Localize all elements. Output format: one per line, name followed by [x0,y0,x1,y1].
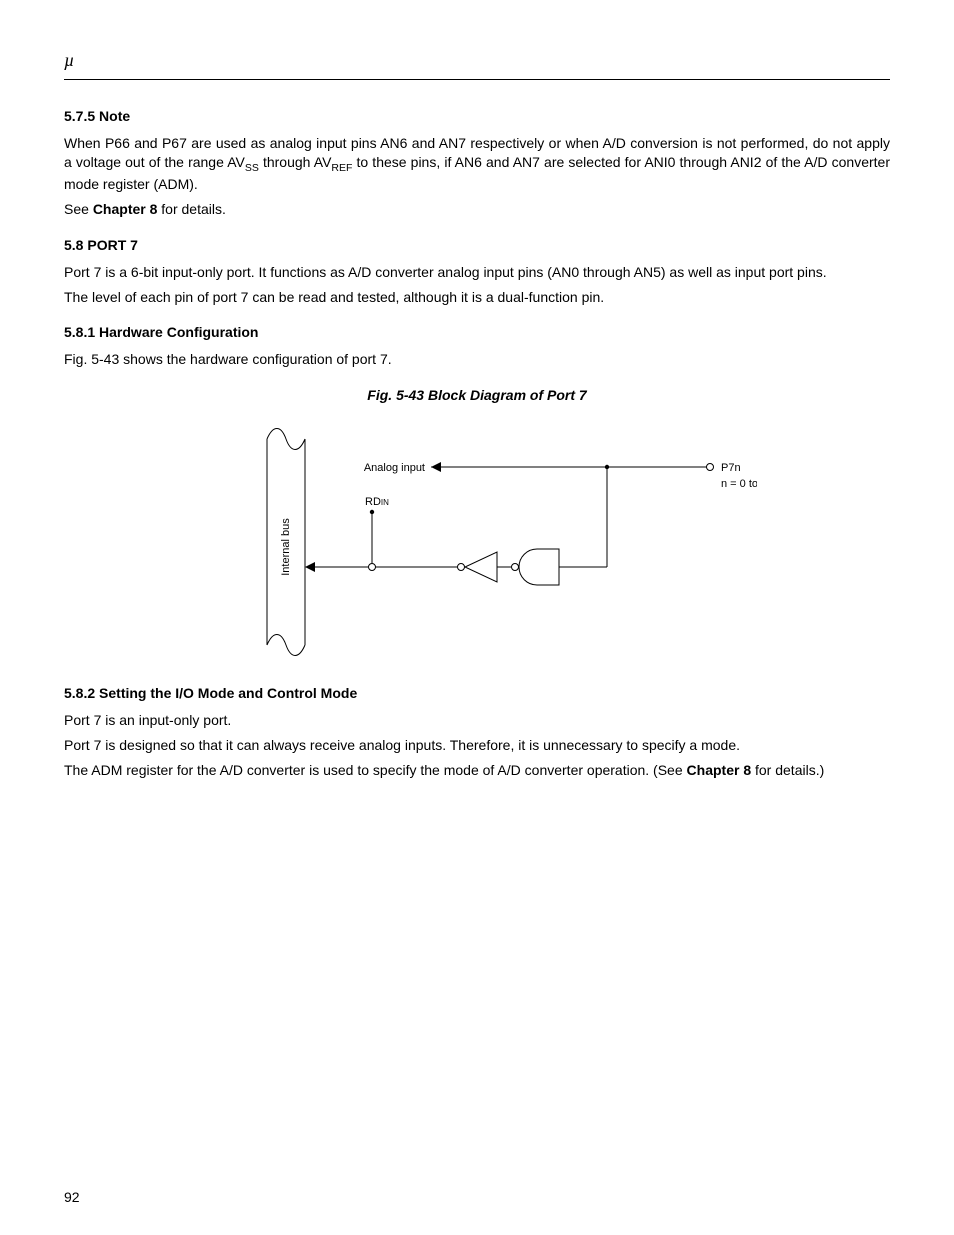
page-number: 92 [64,1189,80,1205]
label-p7n: P7n [721,462,741,474]
para-5-7-5-2: See Chapter 8 for details. [64,200,890,219]
subscript-ss: SS [245,162,259,174]
label-n-range: n = 0 to 5 [721,478,757,490]
text: See [64,201,93,217]
heading-5-8-1: 5.8.1 Hardware Configuration [64,324,890,340]
heading-5-7-5: 5.7.5 Note [64,108,890,124]
label-analog-input: Analog input [364,462,425,474]
text: for details.) [751,762,824,778]
text: The ADM register for the A/D converter i… [64,762,687,778]
para-5-8-2-1: Port 7 is an input-only port. [64,711,890,730]
para-5-8-2: The level of each pin of port 7 can be r… [64,288,890,307]
text: for details. [157,201,225,217]
para-5-8-2-3: The ADM register for the A/D converter i… [64,761,890,780]
para-5-8-2-2: Port 7 is designed so that it can always… [64,736,890,755]
header-symbol: µ [64,50,890,71]
para-5-7-5-1: When P66 and P67 are used as analog inpu… [64,134,890,194]
figure-caption: Fig. 5-43 Block Diagram of Port 7 [64,387,890,403]
para-5-8-1-1: Fig. 5-43 shows the hardware configurati… [64,350,890,369]
para-5-8-1: Port 7 is a 6-bit input-only port. It fu… [64,263,890,282]
heading-5-8: 5.8 PORT 7 [64,237,890,253]
label-rdin: RDIN [365,496,389,508]
header-rule [64,79,890,80]
block-diagram-port7: Internal bus Analog input P7n n = 0 to 5 [197,417,757,667]
chapter-ref: Chapter 8 [93,201,158,217]
subscript-ref: REF [331,162,352,174]
chapter-ref: Chapter 8 [687,762,752,778]
label-internal-bus: Internal bus [280,518,292,576]
heading-5-8-2: 5.8.2 Setting the I/O Mode and Control M… [64,685,890,701]
text: through AV [259,154,332,170]
